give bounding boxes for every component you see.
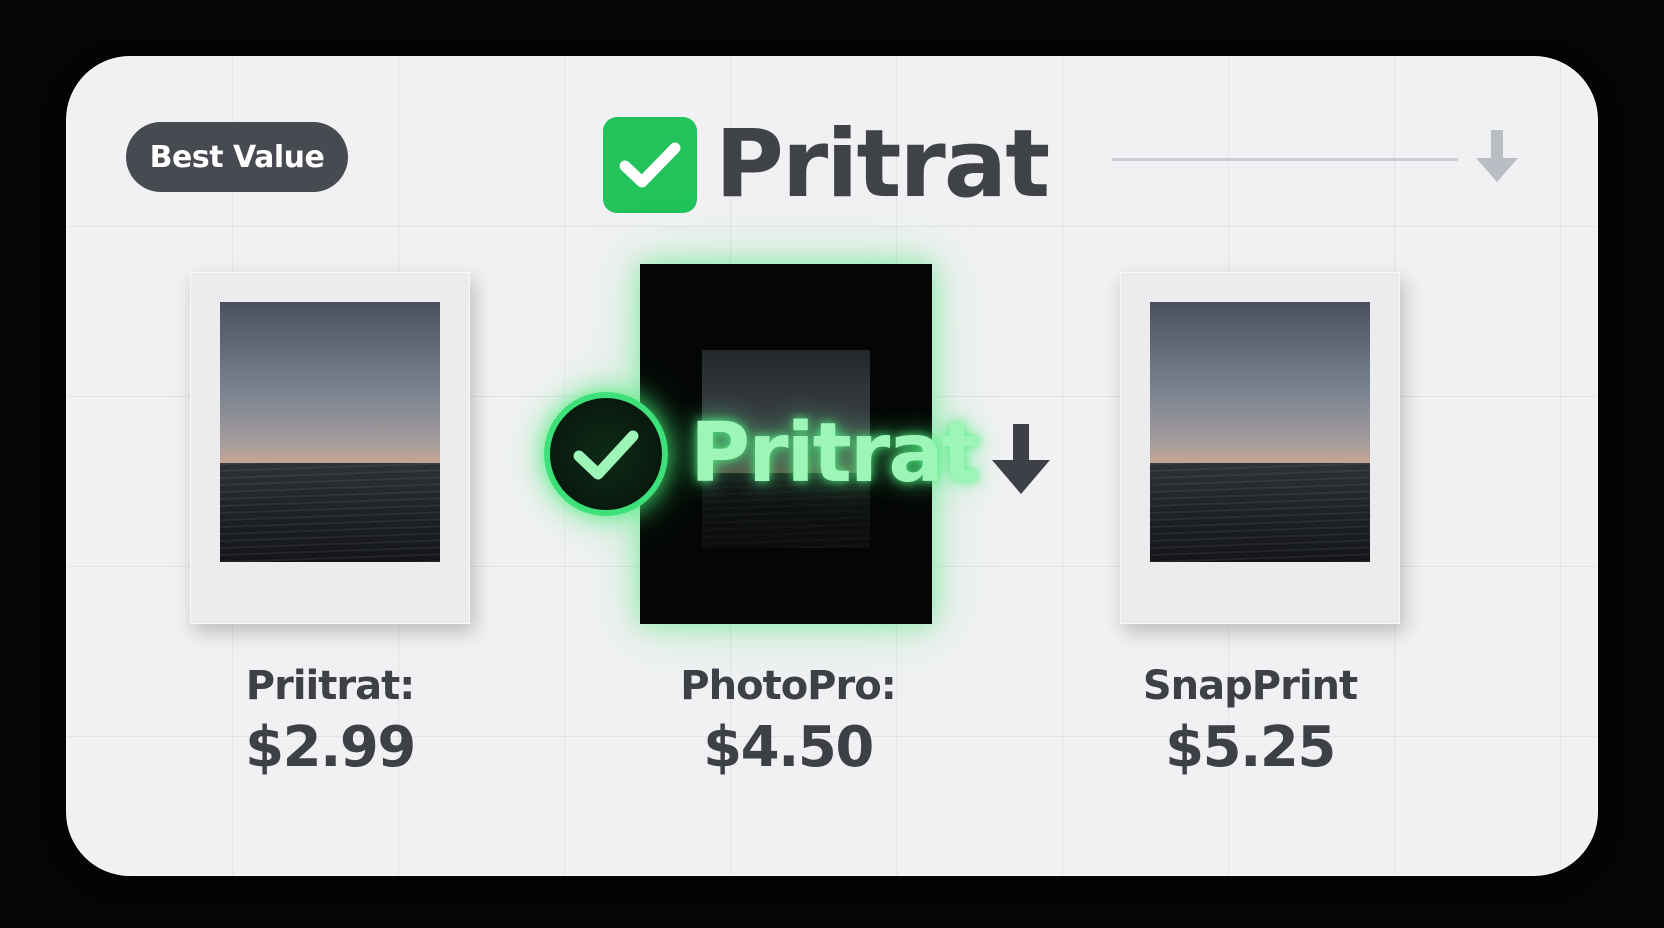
product-name: Priitrat: [245, 663, 415, 709]
ocean-photo [220, 302, 440, 562]
product-name: SnapPrint [1142, 663, 1358, 709]
best-value-label: Best Value [149, 139, 325, 175]
highlight-brand-name: Pritrat [690, 406, 981, 501]
brand-logo: Pritrat [603, 110, 1050, 219]
brand-name: Pritrat [715, 110, 1050, 219]
pricing-comparison-card: Best Value Pritrat Pritrat Priitrat: $2.… [66, 56, 1598, 876]
product-price: $2.99 [245, 715, 416, 780]
product-price: $5.25 [1165, 715, 1336, 780]
product-label-snapprint: SnapPrint $5.25 [1080, 666, 1420, 776]
ocean-photo [1150, 302, 1370, 562]
arrow-down-icon[interactable] [990, 424, 1052, 500]
product-photo-snapprint [1120, 272, 1400, 624]
check-icon [603, 117, 697, 213]
product-name: PhotoPro: [680, 663, 896, 709]
product-photo-priitrat [190, 272, 470, 624]
arrow-down-icon[interactable] [1474, 130, 1520, 190]
divider-line [1112, 158, 1458, 161]
check-circle-icon [544, 392, 668, 516]
product-price: $4.50 [703, 715, 874, 780]
product-label-photopro: PhotoPro: $4.50 [618, 666, 958, 776]
highlight-brand-badge: Pritrat [544, 392, 981, 516]
best-value-badge: Best Value [126, 122, 348, 192]
product-label-priitrat: Priitrat: $2.99 [160, 666, 500, 776]
